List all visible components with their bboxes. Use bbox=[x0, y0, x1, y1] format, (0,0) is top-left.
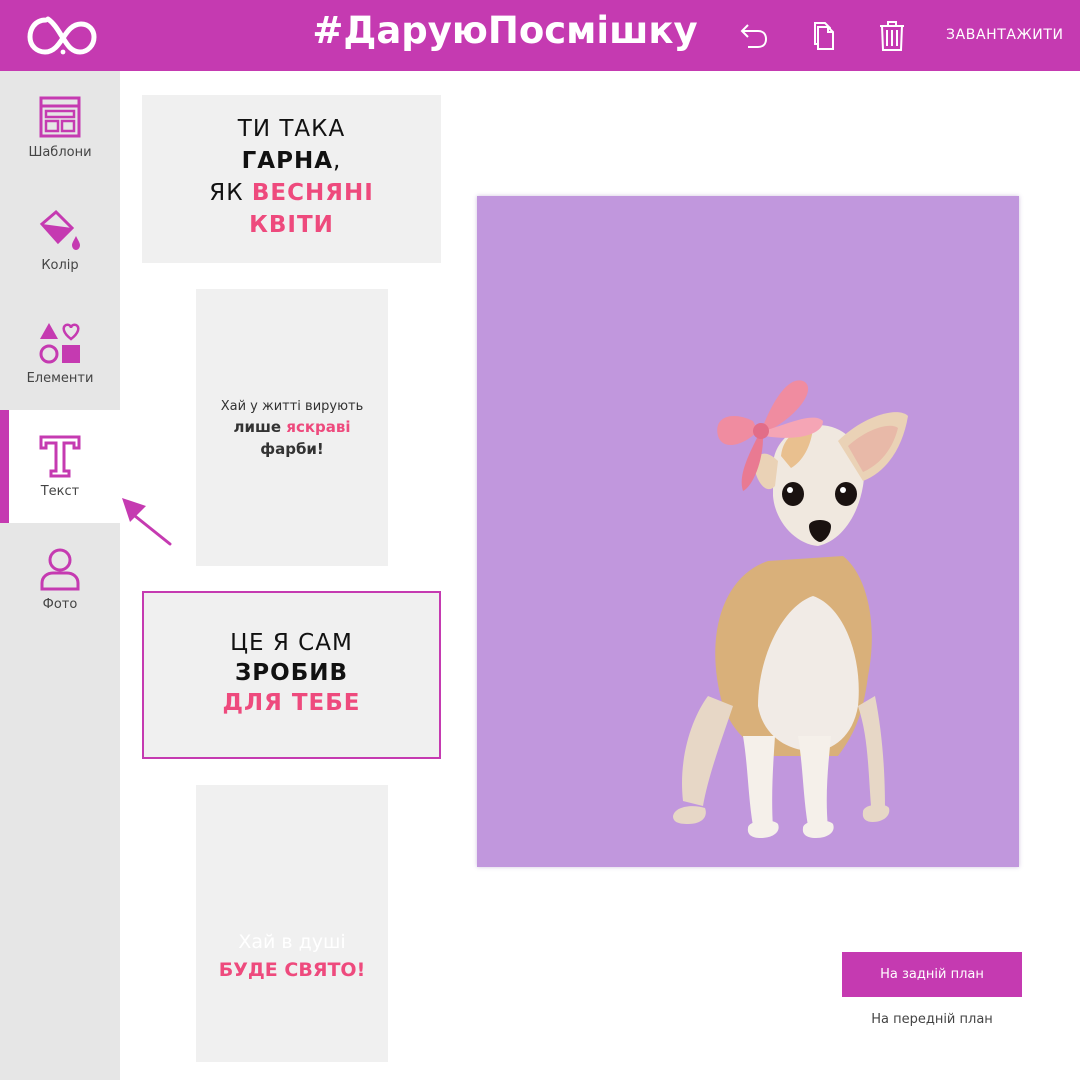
template-line-highlight: яскраві bbox=[286, 418, 351, 436]
template-text: Хай в душі БУДЕ СВЯТО! bbox=[196, 928, 388, 984]
person-icon bbox=[40, 548, 80, 591]
top-bar: #ДаруюПосмішку ЗАВАНТАЖИТИ bbox=[0, 0, 1080, 71]
templates-icon bbox=[39, 96, 81, 138]
template-line: , bbox=[333, 148, 342, 174]
text-template-card[interactable]: ТИ ТАКА ГАРНА, ЯК ВЕСНЯНІ КВІТИ bbox=[142, 95, 441, 263]
sidebar: Шаблони Колір Елементи Текст Фото bbox=[0, 71, 120, 1080]
sidebar-item-label: Колір bbox=[41, 258, 79, 273]
download-button[interactable]: ЗАВАНТАЖИТИ bbox=[946, 27, 1066, 45]
template-line: ЦЕ Я САМ bbox=[230, 630, 353, 656]
sidebar-item-label: Фото bbox=[42, 597, 78, 612]
template-line: Хай у житті вирують bbox=[220, 399, 364, 414]
chihuahua-photo[interactable] bbox=[663, 376, 913, 851]
template-line-highlight: БУДЕ СВЯТО! bbox=[218, 959, 366, 981]
sidebar-item-text[interactable]: Текст bbox=[0, 410, 120, 523]
template-line: ГАРНА bbox=[241, 148, 334, 174]
text-template-card[interactable]: Хай у житті вирують лише яскраві фарби! bbox=[196, 289, 388, 566]
template-text: Хай у житті вирують лише яскраві фарби! bbox=[196, 396, 388, 460]
template-line: лише bbox=[233, 418, 287, 436]
design-canvas[interactable] bbox=[477, 196, 1019, 867]
template-text: ЦЕ Я САМ ЗРОБИВ ДЛЯ ТЕБЕ bbox=[144, 628, 439, 718]
trash-icon[interactable] bbox=[874, 18, 910, 54]
sidebar-item-label: Текст bbox=[40, 484, 80, 499]
template-line: ЗРОБИВ bbox=[234, 660, 349, 686]
sidebar-item-elements[interactable]: Елементи bbox=[0, 297, 120, 410]
undo-icon[interactable] bbox=[734, 18, 770, 54]
template-line-highlight: КВІТИ bbox=[249, 212, 334, 238]
infinity-logo-icon[interactable] bbox=[26, 10, 100, 56]
paint-bucket-icon bbox=[39, 209, 80, 250]
template-line: фарби! bbox=[260, 440, 324, 458]
template-line: ЯК bbox=[209, 180, 252, 206]
sidebar-item-templates[interactable]: Шаблони bbox=[0, 71, 120, 184]
sidebar-item-color[interactable]: Колір bbox=[0, 184, 120, 297]
template-line: Хай в душі bbox=[238, 931, 346, 953]
sidebar-item-photo[interactable]: Фото bbox=[0, 523, 120, 636]
template-line: ТИ ТАКА bbox=[237, 116, 346, 142]
text-template-card[interactable]: Хай в душі БУДЕ СВЯТО! bbox=[196, 785, 388, 1062]
template-line-highlight: ДЛЯ ТЕБЕ bbox=[222, 690, 361, 716]
pointer-arrow-icon bbox=[122, 498, 172, 546]
text-template-card-selected[interactable]: ЦЕ Я САМ ЗРОБИВ ДЛЯ ТЕБЕ bbox=[142, 591, 441, 759]
bring-to-front-button[interactable]: На передній план bbox=[842, 1012, 1022, 1032]
sidebar-item-label: Елементи bbox=[26, 371, 94, 386]
template-line-highlight: ВЕСНЯНІ bbox=[251, 180, 374, 206]
copy-icon[interactable] bbox=[805, 18, 841, 54]
text-icon bbox=[39, 435, 81, 478]
send-to-back-button[interactable]: На задній план bbox=[842, 952, 1022, 997]
sidebar-item-label: Шаблони bbox=[28, 145, 92, 160]
shapes-icon bbox=[39, 323, 80, 364]
app-title: #ДаруюПосмішку bbox=[312, 9, 698, 52]
template-text: ТИ ТАКА ГАРНА, ЯК ВЕСНЯНІ КВІТИ bbox=[142, 113, 441, 241]
